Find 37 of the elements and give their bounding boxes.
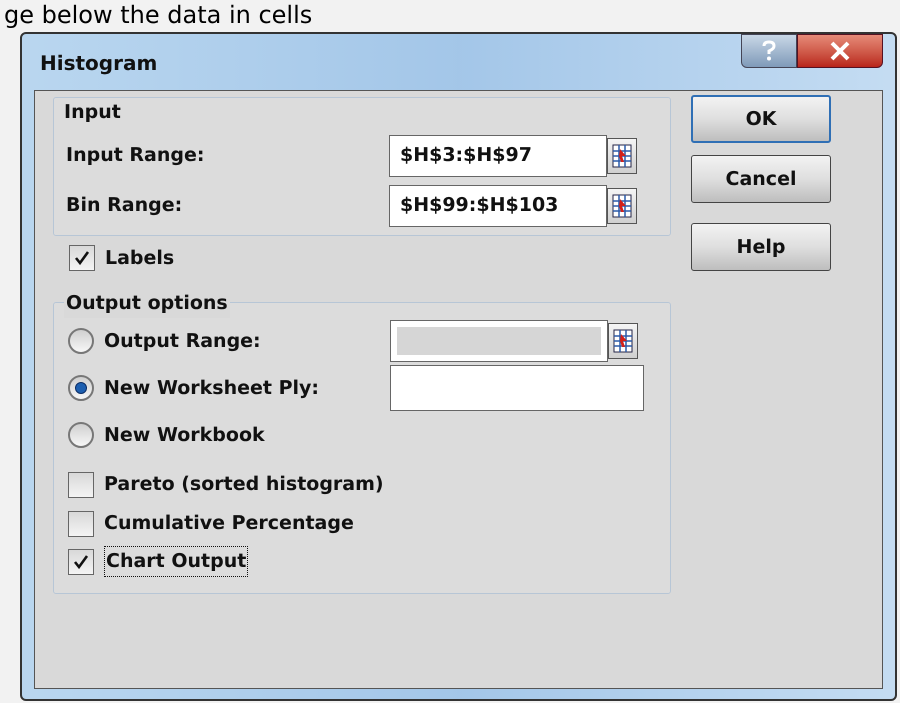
check-icon [73, 554, 89, 570]
dialog-button[interactable]: Cancel [691, 155, 831, 203]
checkbox-label: Labels [105, 246, 174, 270]
option-label: Cumulative Percentage [104, 511, 354, 536]
labels-checkbox[interactable] [69, 244, 95, 271]
option-label: New Worksheet Ply: [104, 376, 320, 401]
radio-button[interactable] [68, 422, 94, 448]
field-label: Bin Range: [66, 193, 184, 218]
range-field[interactable]: $H$99:$H$103 [389, 184, 607, 226]
field-label: Input Range: [66, 143, 206, 168]
window-title: Histogram [40, 50, 158, 77]
option-label: Chart Output [104, 546, 248, 577]
checkbox[interactable] [68, 548, 94, 574]
close-button[interactable] [797, 34, 883, 68]
option-label: Pareto (sorted histogram) [104, 472, 384, 498]
cell-range-icon [612, 144, 632, 168]
dialog-button[interactable]: Help [691, 223, 831, 271]
background-text: ge below the data in cells [4, 0, 312, 30]
range-picker-button[interactable] [608, 323, 638, 359]
help-title-button[interactable] [741, 34, 797, 68]
dialog-button[interactable]: OK [691, 95, 831, 143]
check-icon [74, 250, 90, 266]
question-mark-icon [761, 40, 777, 62]
option-label: Output Range: [104, 328, 261, 354]
range-picker-button[interactable] [607, 188, 637, 224]
checkbox[interactable] [68, 472, 94, 498]
close-icon [829, 41, 851, 61]
group-title: Input [64, 100, 122, 125]
radio-button[interactable] [68, 375, 94, 401]
range-field[interactable]: $H$3:$H$97 [389, 134, 607, 176]
text-field[interactable] [390, 365, 644, 411]
option-label: New Workbook [104, 422, 265, 448]
cell-range-icon [612, 194, 632, 218]
checkbox[interactable] [68, 510, 94, 536]
range-picker-button[interactable] [607, 138, 637, 174]
cell-range-icon [613, 329, 633, 353]
radio-button[interactable] [68, 328, 94, 354]
